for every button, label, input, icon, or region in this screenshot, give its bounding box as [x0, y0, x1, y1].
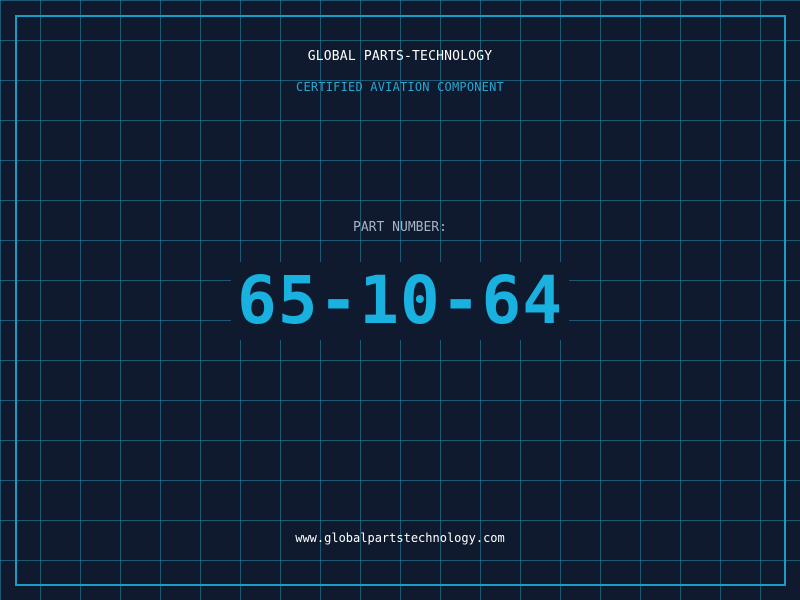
certification-tagline: CERTIFIED AVIATION COMPONENT [296, 80, 504, 94]
brand-name: GLOBAL PARTS-TECHNOLOGY [307, 49, 493, 64]
label-canvas: GLOBAL PARTS-TECHNOLOGY CERTIFIED AVIATI… [0, 0, 800, 600]
part-number-value: 65-10-64 [231, 262, 569, 340]
website-url: www.globalpartstechnology.com [295, 531, 505, 545]
part-number-label: PART NUMBER: [353, 220, 447, 235]
part-number-container: 65-10-64 [0, 262, 800, 340]
